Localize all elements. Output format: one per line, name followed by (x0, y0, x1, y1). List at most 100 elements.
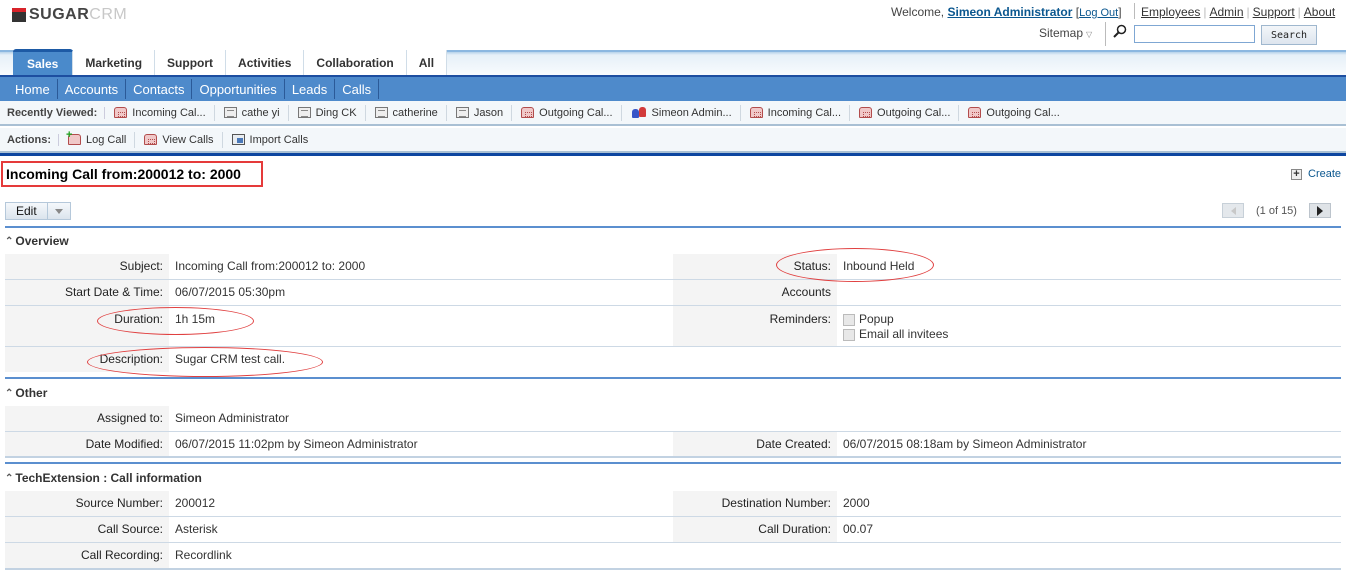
plus-icon: + (1291, 168, 1302, 180)
recent-item-label: Outgoing Cal... (986, 106, 1060, 119)
recent-item[interactable]: catherine (366, 104, 447, 121)
subnav-opportunities[interactable]: Opportunities (192, 79, 285, 99)
employees-link[interactable]: Employees (1141, 5, 1200, 19)
detail-row: Duration: 1h 15m Reminders: Popup Email … (5, 306, 1341, 347)
sugarcrm-logo[interactable]: SUGARCRM (12, 6, 127, 24)
sitemap-divider (1105, 22, 1106, 46)
recently-viewed-bar: Recently Viewed: Incoming Cal... cathe y… (0, 101, 1346, 126)
user-profile-link[interactable]: Simeon Administrator (947, 5, 1072, 19)
date-created-label: Date Created: (673, 432, 837, 456)
call-recording-value[interactable]: Recordlink (175, 543, 232, 568)
recent-item[interactable]: Outgoing Cal... (959, 105, 1067, 121)
recent-item[interactable]: Incoming Cal... (105, 104, 215, 121)
sitemap-dropdown[interactable]: Sitemap ▽ (1039, 26, 1092, 40)
record-pager: (1 of 15) (1222, 203, 1331, 218)
edit-button[interactable]: Edit (6, 203, 48, 219)
actions-bar: Actions: Log Call View Calls Import Call… (0, 128, 1346, 151)
subnav-leads[interactable]: Leads (285, 79, 336, 99)
tab-activities[interactable]: Activities (226, 50, 305, 75)
call-duration-value: 00.07 (843, 522, 874, 536)
recent-item[interactable]: Outgoing Cal... (512, 104, 622, 121)
email-reminder-label: Email all invitees (859, 327, 949, 341)
subnav-home[interactable]: Home (8, 79, 58, 99)
tab-collaboration[interactable]: Collaboration (304, 50, 407, 75)
tab-sales[interactable]: Sales (13, 49, 74, 75)
detail-row: Date Modified: 06/07/2015 11:02pm by Sim… (5, 432, 1341, 458)
support-link[interactable]: Support (1253, 5, 1295, 19)
search-icon[interactable] (1113, 24, 1127, 38)
subnav-calls[interactable]: Calls (335, 79, 380, 99)
tab-marketing[interactable]: Marketing (73, 50, 156, 75)
recent-item-label: Simeon Admin... (651, 106, 732, 119)
recent-item[interactable]: Incoming Cal... (741, 104, 851, 121)
call-duration-label: Call Duration: (673, 517, 837, 542)
tab-support[interactable]: Support (155, 50, 227, 75)
log-call-action[interactable]: Log Call (59, 129, 136, 148)
recent-item[interactable]: Jason (447, 104, 513, 121)
view-calls-action[interactable]: View Calls (135, 131, 223, 148)
page-title: Incoming Call from:200012 to: 2000 (6, 166, 241, 182)
subnav-accounts[interactable]: Accounts (58, 79, 127, 99)
techextension-panel-header[interactable]: ⌃ TechExtension : Call information (5, 471, 202, 485)
call-icon (968, 107, 982, 118)
create-label[interactable]: Create (1308, 168, 1341, 180)
call-icon (114, 107, 128, 118)
destination-number-value: 2000 (843, 496, 870, 510)
search-input[interactable] (1134, 25, 1255, 43)
log-call-icon (66, 129, 81, 145)
actions-dropdown-button[interactable] (48, 203, 70, 219)
reminders-label: Reminders: (673, 306, 837, 346)
popup-reminder-label: Popup (859, 312, 894, 326)
header-bottom-border (0, 151, 1346, 156)
logo-text-sugar: SUGAR (29, 6, 90, 23)
popup-reminder-checkbox[interactable] (843, 313, 855, 326)
import-icon (231, 134, 245, 145)
recent-item-label: Ding CK (315, 106, 357, 119)
tab-all[interactable]: All (406, 50, 448, 75)
contact-card-icon (223, 107, 237, 118)
action-label: Log Call (86, 133, 127, 146)
recent-item-label: Outgoing Cal... (877, 106, 951, 119)
panel-title: Other (15, 386, 48, 400)
call-recording-label: Call Recording: (5, 543, 169, 568)
import-calls-action[interactable]: Import Calls (223, 132, 317, 148)
previous-record-button[interactable] (1222, 203, 1244, 218)
recently-viewed-label: Recently Viewed: (7, 106, 106, 119)
source-number-value: 200012 (175, 496, 216, 510)
duration-label: Duration: (5, 306, 169, 346)
recent-item-label: Incoming Cal... (767, 106, 842, 119)
detail-row: Call Source: Asterisk Call Duration: 00.… (5, 517, 1341, 543)
logout-link[interactable]: Log Out (1079, 7, 1118, 19)
start-date-label: Start Date & Time: (5, 280, 169, 305)
accounts-label: Accounts (673, 280, 837, 305)
subnav-contacts[interactable]: Contacts (126, 79, 193, 99)
recent-item[interactable]: Simeon Admin... (622, 104, 741, 121)
recent-item-label: Jason (473, 106, 504, 119)
contact-card-icon (455, 107, 469, 118)
contact-card-icon (297, 107, 311, 118)
actions-label: Actions: (7, 133, 59, 146)
recent-item[interactable]: Ding CK (289, 104, 366, 121)
next-record-button[interactable] (1308, 203, 1331, 218)
edit-button-group: Edit (5, 202, 71, 220)
admin-link[interactable]: Admin (1210, 5, 1244, 19)
other-panel-header[interactable]: ⌃ Other (5, 386, 47, 400)
date-modified-value: 06/07/2015 11:02pm by Simeon Administrat… (175, 437, 418, 451)
sub-navigation: Home Accounts Contacts Opportunities Lea… (0, 75, 1346, 101)
welcome-text: Welcome, Simeon Administrator [Log Out] (891, 5, 1122, 19)
collapse-icon: ⌃ (5, 235, 14, 247)
call-icon (144, 134, 158, 145)
overview-panel-header[interactable]: ⌃ Overview (5, 234, 69, 248)
about-link[interactable]: About (1304, 5, 1335, 19)
panel-title: Overview (15, 234, 69, 248)
top-links: Employees | Admin | Support | About (1141, 5, 1336, 19)
search-button[interactable]: Search (1261, 25, 1317, 45)
recent-item[interactable]: cathe yi (215, 104, 289, 121)
recent-item[interactable]: Outgoing Cal... (850, 104, 960, 121)
start-date-value: 06/07/2015 05:30pm (175, 285, 286, 299)
assigned-to-value: Simeon Administrator (175, 411, 290, 425)
email-reminder-checkbox[interactable] (843, 328, 855, 341)
subject-value: Incoming Call from:200012 to: 2000 (175, 259, 366, 273)
create-link[interactable]: + Create (1291, 168, 1341, 180)
description-value: Sugar CRM test call. (175, 352, 286, 366)
